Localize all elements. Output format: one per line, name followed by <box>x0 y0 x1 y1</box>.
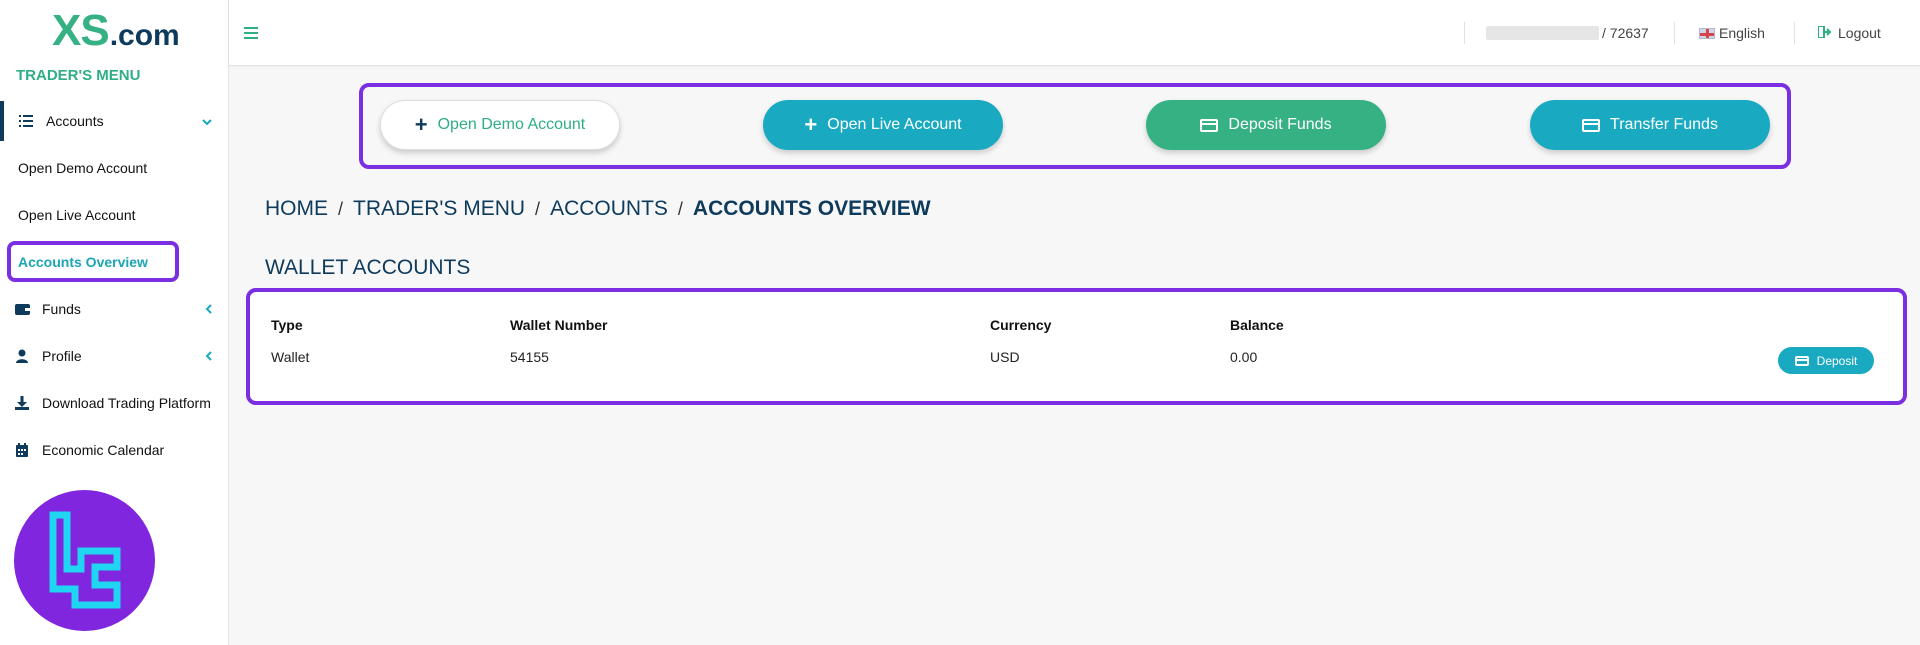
user-icon <box>14 348 30 364</box>
transfer-funds-button[interactable]: Transfer Funds <box>1530 100 1770 150</box>
language-selector[interactable]: English <box>1699 25 1765 41</box>
open-demo-account-label: Open Demo Account <box>437 116 586 133</box>
column-header-balance: Balance <box>1230 317 1284 333</box>
list-icon <box>18 113 34 129</box>
brand-badge-logo <box>14 490 155 631</box>
column-header-currency: Currency <box>990 317 1052 333</box>
sidebar-item-label: Funds <box>42 301 81 317</box>
wallet-icon <box>14 301 30 317</box>
submenu-accounts-overview[interactable]: Accounts Overview <box>18 254 148 270</box>
calendar-icon <box>14 442 30 458</box>
submenu-open-live-account[interactable]: Open Live Account <box>18 207 136 223</box>
sidebar-item-profile[interactable]: Profile <box>0 336 228 376</box>
breadcrumb-separator: / <box>677 198 683 219</box>
sidebar-item-accounts[interactable]: Accounts <box>0 101 228 141</box>
credit-card-icon <box>1200 118 1219 132</box>
chevron-down-icon <box>202 113 212 129</box>
divider <box>1464 22 1465 44</box>
column-header-wallet-number: Wallet Number <box>510 317 608 333</box>
account-number[interactable]: / 72637 <box>1602 25 1649 41</box>
cell-type: Wallet <box>271 349 310 365</box>
wallet-accounts-title: WALLET ACCOUNTS <box>265 256 471 279</box>
sidebar-item-download-platform[interactable]: Download Trading Platform <box>0 383 228 423</box>
breadcrumb-separator: / <box>535 198 541 219</box>
logout-icon <box>1817 25 1832 41</box>
download-icon <box>14 395 30 411</box>
sidebar-item-label: Profile <box>42 348 82 364</box>
divider <box>1794 22 1795 44</box>
row-deposit-button[interactable]: Deposit <box>1778 347 1874 374</box>
language-label: English <box>1719 25 1765 41</box>
brand-logo[interactable]: XS .com <box>52 6 180 55</box>
logout-button[interactable]: Logout <box>1817 25 1881 41</box>
chevron-left-icon <box>205 348 212 364</box>
account-name-redacted <box>1486 26 1599 40</box>
open-live-account-button[interactable]: + Open Live Account <box>763 100 1003 150</box>
breadcrumb-current: ACCOUNTS OVERVIEW <box>692 197 931 220</box>
divider <box>1674 22 1675 44</box>
open-demo-account-button[interactable]: + Open Demo Account <box>380 100 620 150</box>
breadcrumb: HOME / TRADER'S MENU / ACCOUNTS / ACCOUN… <box>265 197 931 221</box>
column-header-type: Type <box>271 317 303 333</box>
chevron-left-icon <box>205 301 212 317</box>
plus-icon: + <box>804 112 818 137</box>
transfer-funds-label: Transfer Funds <box>1610 116 1718 133</box>
logout-label: Logout <box>1838 25 1881 41</box>
cell-balance: 0.00 <box>1230 349 1258 365</box>
credit-card-icon <box>1582 118 1601 132</box>
deposit-funds-label: Deposit Funds <box>1228 116 1332 133</box>
hamburger-menu-icon[interactable] <box>244 24 258 42</box>
logo-secondary-text: .com <box>109 19 180 52</box>
sidebar-item-label: Economic Calendar <box>42 442 165 458</box>
sidebar-item-label: Download Trading Platform <box>42 395 211 411</box>
breadcrumb-separator: / <box>338 198 344 219</box>
credit-card-icon <box>1794 355 1809 366</box>
cell-currency: USD <box>990 349 1020 365</box>
sidebar-item-label: Accounts <box>46 113 104 129</box>
top-bar: / 72637 English Logout <box>229 0 1920 66</box>
submenu-open-demo-account[interactable]: Open Demo Account <box>18 160 147 176</box>
sidebar: XS .com TRADER'S MENU Accounts Open Demo… <box>0 0 229 645</box>
open-live-account-label: Open Live Account <box>827 116 962 133</box>
wallet-accounts-table <box>246 288 1907 405</box>
logo-primary-text: XS <box>52 6 110 55</box>
sidebar-item-economic-calendar[interactable]: Economic Calendar <box>0 430 228 470</box>
breadcrumb-home[interactable]: HOME <box>265 197 328 221</box>
uk-flag-icon <box>1699 27 1715 39</box>
row-deposit-label: Deposit <box>1816 353 1858 368</box>
plus-icon: + <box>414 112 428 137</box>
sidebar-title: TRADER'S MENU <box>16 67 141 84</box>
deposit-funds-button[interactable]: Deposit Funds <box>1146 100 1386 150</box>
breadcrumb-accounts[interactable]: ACCOUNTS <box>550 197 668 221</box>
sidebar-item-funds[interactable]: Funds <box>0 289 228 329</box>
cell-wallet-number: 54155 <box>510 349 549 365</box>
breadcrumb-traders-menu[interactable]: TRADER'S MENU <box>353 197 525 221</box>
